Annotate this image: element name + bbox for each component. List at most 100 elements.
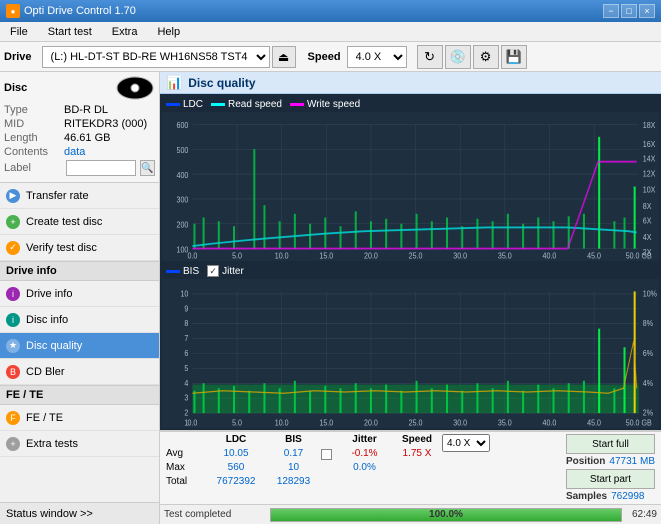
drive-info-header: Drive info <box>0 261 159 281</box>
svg-text:30.0: 30.0 <box>453 418 467 428</box>
svg-text:10: 10 <box>180 289 188 299</box>
disc-button[interactable]: 💿 <box>445 45 471 69</box>
jitter-check[interactable]: ✓ <box>321 449 332 460</box>
nav-verify-test-disc[interactable]: ✓ Verify test disc <box>0 235 159 261</box>
nav-drive-info-label: Drive info <box>26 288 72 300</box>
nav-extra-tests-label: Extra tests <box>26 438 78 450</box>
status-window-button[interactable]: Status window >> <box>0 502 159 524</box>
nav-transfer-rate[interactable]: ▶ Transfer rate <box>0 183 159 209</box>
close-button[interactable]: × <box>639 4 655 18</box>
speed-stats-select[interactable]: 4.0 X <box>442 434 490 452</box>
read-speed-legend-item: Read speed <box>211 99 282 110</box>
svg-text:8: 8 <box>184 319 188 329</box>
lower-legend: BIS ✓ Jitter <box>162 263 659 279</box>
ldc-legend-item: LDC <box>166 99 203 110</box>
speed-dropdown-col: 4.0 X <box>442 434 492 490</box>
disc-length-label: Length <box>4 132 64 144</box>
minimize-button[interactable]: − <box>603 4 619 18</box>
svg-text:500: 500 <box>177 145 189 155</box>
menu-bar: File Start test Extra Help <box>0 22 661 42</box>
nav-cd-bler-label: CD Bler <box>26 366 65 378</box>
nav-disc-info[interactable]: i Disc info <box>0 307 159 333</box>
svg-text:25.0: 25.0 <box>409 418 423 428</box>
disc-type-label: Type <box>4 104 64 116</box>
maximize-button[interactable]: □ <box>621 4 637 18</box>
read-speed-color <box>211 103 225 106</box>
svg-text:5: 5 <box>184 363 188 373</box>
svg-text:14X: 14X <box>643 154 656 164</box>
svg-text:40.0: 40.0 <box>543 418 557 428</box>
ldc-total: 7672392 <box>206 476 266 490</box>
ldc-avg: 10.05 <box>206 448 266 462</box>
position-label: Position <box>566 456 605 467</box>
settings-button[interactable]: ⚙ <box>473 45 499 69</box>
lower-chart-svg: 10 9 8 7 6 5 4 3 2 1 10% 8% 6% 4% 2% <box>162 279 659 428</box>
ldc-color <box>166 103 180 106</box>
drive-selector-group: (L:) HL-DT-ST BD-RE WH16NS58 TST4 ⏏ <box>42 46 296 68</box>
avg-label: Avg <box>166 448 206 462</box>
disc-icon <box>115 76 155 100</box>
drive-select[interactable]: (L:) HL-DT-ST BD-RE WH16NS58 TST4 <box>42 46 270 68</box>
svg-text:0.0: 0.0 <box>188 251 198 261</box>
menu-file[interactable]: File <box>4 24 34 40</box>
jitter-legend-item: ✓ Jitter <box>207 265 244 277</box>
start-full-button[interactable]: Start full <box>566 434 655 454</box>
chart-panel-header: 📊 Disc quality <box>160 72 661 94</box>
eject-button[interactable]: ⏏ <box>272 46 296 68</box>
disc-label-browse-button[interactable]: 🔍 <box>140 160 155 176</box>
menu-extra[interactable]: Extra <box>106 24 144 40</box>
svg-text:12X: 12X <box>643 169 656 179</box>
nav-cd-bler[interactable]: B CD Bler <box>0 359 159 385</box>
menu-help[interactable]: Help <box>151 24 186 40</box>
bis-col: BIS 0.17 10 128293 <box>266 434 321 490</box>
disc-contents-label: Contents <box>4 146 64 158</box>
svg-text:4: 4 <box>184 378 188 388</box>
chart-title: Disc quality <box>188 76 255 90</box>
svg-text:7: 7 <box>184 333 188 343</box>
svg-text:6X: 6X <box>643 216 652 226</box>
fe-te-header: FE / TE <box>0 385 159 405</box>
nav-extra-tests[interactable]: + Extra tests <box>0 431 159 457</box>
progress-bar: 100.0% <box>270 508 622 522</box>
nav-create-test-disc[interactable]: + Create test disc <box>0 209 159 235</box>
chart-header-icon: 📊 <box>166 75 182 91</box>
disc-label-input[interactable] <box>66 160 136 176</box>
svg-text:5.0: 5.0 <box>232 418 242 428</box>
menu-start-test[interactable]: Start test <box>42 24 98 40</box>
transfer-rate-icon: ▶ <box>6 189 20 203</box>
refresh-button[interactable]: ↻ <box>417 45 443 69</box>
svg-text:4%: 4% <box>643 378 653 388</box>
nav-fe-te[interactable]: F FE / TE <box>0 405 159 431</box>
svg-text:25.0: 25.0 <box>409 251 423 261</box>
title-bar: ● Opti Drive Control 1.70 − □ × <box>0 0 661 22</box>
write-speed-color <box>290 103 304 106</box>
drive-label: Drive <box>4 51 32 63</box>
write-speed-legend-label: Write speed <box>307 99 360 110</box>
bis-total: 128293 <box>266 476 321 490</box>
start-part-button[interactable]: Start part <box>566 469 655 489</box>
svg-text:18X: 18X <box>643 120 656 130</box>
svg-text:20.0: 20.0 <box>364 251 378 261</box>
svg-text:0.0: 0.0 <box>188 418 198 428</box>
svg-text:6: 6 <box>184 348 188 358</box>
drive-toolbar: Drive (L:) HL-DT-ST BD-RE WH16NS58 TST4 … <box>0 42 661 72</box>
nav-disc-quality[interactable]: ★ Disc quality <box>0 333 159 359</box>
svg-text:3: 3 <box>184 393 188 403</box>
content-area: 📊 Disc quality LDC Read speed <box>160 72 661 524</box>
svg-text:30.0: 30.0 <box>453 251 467 261</box>
nav-drive-info[interactable]: i Drive info <box>0 281 159 307</box>
right-stats: Start full Position 47731 MB Start part … <box>566 434 655 502</box>
bis-color <box>166 270 180 273</box>
disc-length-value: 46.61 GB <box>64 132 110 144</box>
save-button[interactable]: 💾 <box>501 45 527 69</box>
progress-area: Test completed 100.0% 62:49 <box>160 504 661 524</box>
status-text: Test completed <box>164 509 264 520</box>
samples-row: Samples 762998 <box>566 491 655 502</box>
jitter-checkbox[interactable]: ✓ <box>207 265 219 277</box>
speed-select[interactable]: 4.0 X <box>347 46 407 68</box>
fe-te-icon: F <box>6 411 20 425</box>
nav-disc-quality-label: Disc quality <box>26 340 82 352</box>
ldc-header: LDC <box>206 434 266 448</box>
svg-text:9: 9 <box>184 304 188 314</box>
charts-container: LDC Read speed Write speed <box>160 94 661 430</box>
